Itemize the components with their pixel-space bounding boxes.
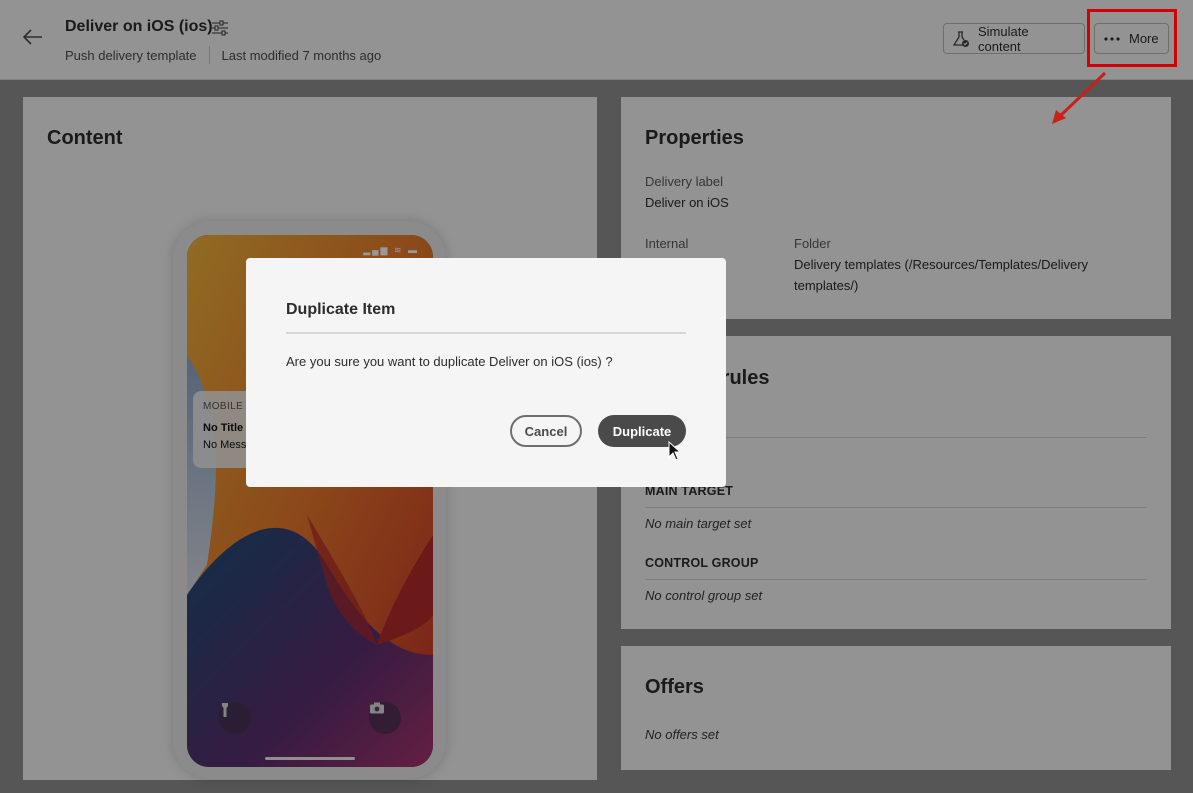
dialog-title: Duplicate Item <box>286 301 396 318</box>
annotation-highlight-box <box>1087 9 1177 67</box>
cancel-button[interactable]: Cancel <box>510 415 582 447</box>
dialog-message: Are you sure you want to duplicate Deliv… <box>286 354 613 369</box>
mouse-cursor-icon <box>668 441 682 461</box>
duplicate-dialog: Duplicate Item Are you sure you want to … <box>246 258 726 487</box>
annotation-arrow-icon <box>1052 71 1107 124</box>
dialog-divider <box>286 332 686 334</box>
